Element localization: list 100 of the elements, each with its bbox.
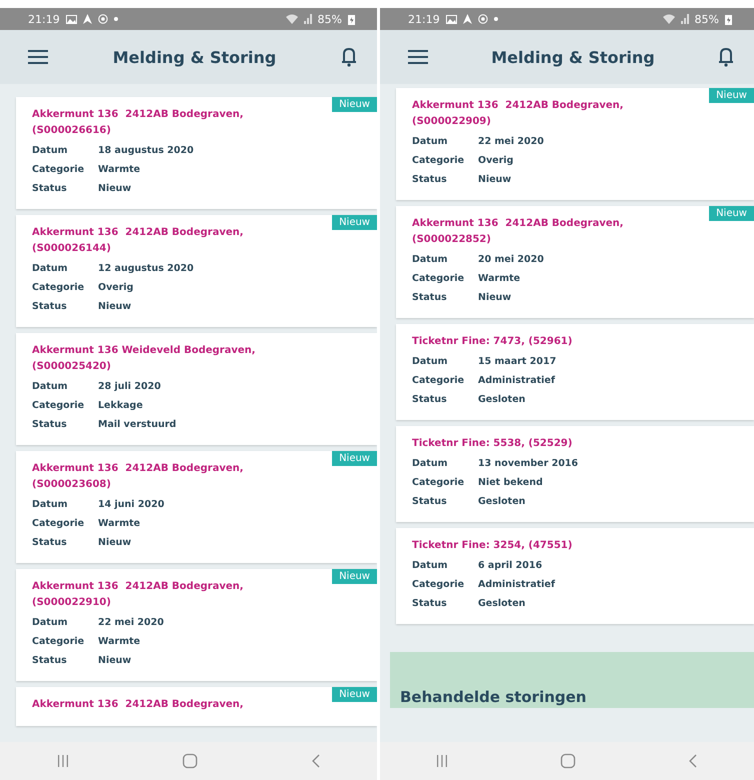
field-value: Niet bekend — [478, 477, 543, 488]
status-badge: Nieuw — [332, 687, 377, 702]
field-value: 18 augustus 2020 — [98, 145, 194, 156]
circle-icon — [478, 14, 488, 24]
section-title: Behandelde storingen — [400, 688, 586, 708]
home-icon[interactable] — [560, 753, 576, 769]
field-label: Status — [32, 301, 68, 312]
field-value: Nieuw — [98, 301, 132, 312]
field-label: Categorie — [32, 400, 86, 411]
menu-icon[interactable] — [28, 50, 48, 64]
field-label: Datum — [412, 458, 448, 469]
battery-icon — [725, 14, 732, 24]
field-value: Nieuw — [98, 537, 132, 548]
field-value: Warmte — [98, 518, 140, 529]
battery-level: 85% — [694, 12, 719, 26]
ticket-card[interactable]: Nieuw Akkermunt 136 2412AB Bodegraven, (S000026616) Datum 18 augustus 2020 Categorie Warmte Status Nieuw — [16, 97, 377, 209]
ticket-title: Ticketnr Fine: 7473, (52961) — [412, 335, 574, 349]
field-label: Status — [32, 183, 68, 194]
field-label: Status — [412, 496, 448, 507]
status-badge: Nieuw — [332, 215, 377, 230]
field-label: Categorie — [412, 273, 466, 284]
navigation-icon — [82, 14, 92, 24]
navigation-icon — [462, 14, 472, 24]
field-label: Status — [32, 537, 68, 548]
status-badge: Nieuw — [332, 569, 377, 584]
status-badge: Nieuw — [709, 206, 754, 221]
bell-icon[interactable] — [718, 47, 734, 67]
page-title: Melding & Storing — [491, 48, 655, 66]
battery-icon — [348, 14, 355, 24]
field-value: 14 juni 2020 — [98, 499, 164, 510]
ticket-title: Akkermunt 136 2412AB Bodegraven, (S000026144) — [32, 226, 244, 256]
field-label: Datum — [32, 145, 68, 156]
signal-icon — [304, 14, 312, 24]
ticket-card[interactable]: Nieuw Akkermunt 136 2412AB Bodegraven, (S000026144) Datum 12 augustus 2020 Categorie Overig Status Nieuw — [16, 215, 377, 327]
field-value: 20 mei 2020 — [478, 254, 544, 265]
recent-apps-icon[interactable] — [56, 754, 68, 768]
field-value: 12 augustus 2020 — [98, 263, 194, 274]
field-label: Datum — [412, 254, 448, 265]
back-icon[interactable] — [310, 754, 320, 768]
ticket-title: Akkermunt 136 2412AB Bodegraven, (S000023608) — [32, 462, 244, 492]
field-label: Datum — [412, 356, 448, 367]
field-label: Categorie — [32, 636, 86, 647]
field-value: Gesloten — [478, 496, 526, 507]
field-value: Administratief — [478, 375, 555, 386]
ticket-card[interactable]: Nieuw Akkermunt 136 2412AB Bodegraven, (S000022852) Datum 20 mei 2020 Categorie Warmte Status Nieuw — [396, 206, 754, 318]
status-time: 21:19 — [408, 12, 440, 26]
field-value: 22 mei 2020 — [98, 617, 164, 628]
field-value: Warmte — [478, 273, 520, 284]
field-label: Categorie — [412, 477, 466, 488]
field-value: Mail verstuurd — [98, 419, 176, 430]
field-label: Status — [412, 174, 448, 185]
dot-icon — [494, 17, 498, 21]
field-label: Datum — [32, 499, 68, 510]
ticket-card[interactable]: Ticketnr Fine: 3254, (47551) Datum 6 april 2016 Categorie Administratief Status Gesloten — [396, 528, 754, 624]
ticket-card[interactable]: Nieuw Akkermunt 136 2412AB Bodegraven, — [16, 687, 377, 726]
signal-icon — [680, 14, 689, 24]
wifi-icon — [286, 14, 298, 24]
back-icon[interactable] — [688, 754, 698, 768]
home-icon[interactable] — [182, 753, 198, 769]
field-label: Categorie — [32, 164, 86, 175]
field-value: 15 maart 2017 — [478, 356, 556, 367]
wifi-icon — [662, 14, 675, 24]
field-value: Nieuw — [478, 292, 512, 303]
ticket-card[interactable]: Ticketnr Fine: 5538, (52529) Datum 13 november 2016 Categorie Niet bekend Status Gesloten — [396, 426, 754, 522]
field-label: Datum — [32, 381, 68, 392]
status-badge: Nieuw — [332, 97, 377, 112]
status-badge: Nieuw — [332, 451, 377, 466]
field-value: 22 mei 2020 — [478, 136, 544, 147]
field-label: Status — [32, 655, 68, 666]
field-label: Categorie — [32, 282, 86, 293]
battery-level: 85% — [318, 12, 342, 26]
field-label: Status — [412, 292, 448, 303]
field-value: Nieuw — [478, 174, 512, 185]
field-label: Categorie — [32, 518, 86, 529]
ticket-title: Akkermunt 136 2412AB Bodegraven, — [32, 698, 244, 712]
field-label: Categorie — [412, 579, 466, 590]
field-label: Datum — [32, 617, 68, 628]
ticket-card[interactable]: Ticketnr Fine: 7473, (52961) Datum 15 maart 2017 Categorie Administratief Status Gesloten — [396, 324, 754, 420]
status-time: 21:19 — [28, 12, 60, 26]
field-label: Datum — [32, 263, 68, 274]
field-label: Status — [32, 419, 68, 430]
circle-icon — [98, 14, 108, 24]
page-title: Melding & Storing — [112, 48, 276, 66]
ticket-title: Ticketnr Fine: 3254, (47551) — [412, 539, 574, 553]
field-value: Warmte — [98, 164, 140, 175]
bell-icon[interactable] — [340, 47, 357, 67]
ticket-card[interactable]: Nieuw Akkermunt 136 2412AB Bodegraven, (S000022909) Datum 22 mei 2020 Categorie Overig Status Nieuw — [396, 88, 754, 200]
menu-icon[interactable] — [408, 50, 428, 64]
ticket-title: Ticketnr Fine: 5538, (52529) — [412, 437, 574, 451]
ticket-card[interactable]: Nieuw Akkermunt 136 2412AB Bodegraven, (S000022910) Datum 22 mei 2020 Categorie Warmte Status Nieuw — [16, 569, 377, 681]
field-value: Overig — [478, 155, 514, 166]
ticket-card[interactable]: Nieuw Akkermunt 136 2412AB Bodegraven, (S000023608) Datum 14 juni 2020 Categorie Warmte Status Nieuw — [16, 451, 377, 563]
status-badge: Nieuw — [709, 88, 754, 103]
recent-apps-icon[interactable] — [436, 754, 448, 768]
ticket-title: Akkermunt 136 2412AB Bodegraven, (S000022909) — [412, 99, 624, 129]
image-icon — [446, 14, 457, 24]
field-value: Warmte — [98, 636, 140, 647]
field-label: Datum — [412, 560, 448, 571]
ticket-card[interactable]: Akkermunt 136 Weideveld Bodegraven, (S000025420) Datum 28 juli 2020 Categorie Lekkage Status Mail verstuurd — [16, 333, 377, 445]
ticket-title: Akkermunt 136 2412AB Bodegraven, (S000026616) — [32, 108, 244, 138]
